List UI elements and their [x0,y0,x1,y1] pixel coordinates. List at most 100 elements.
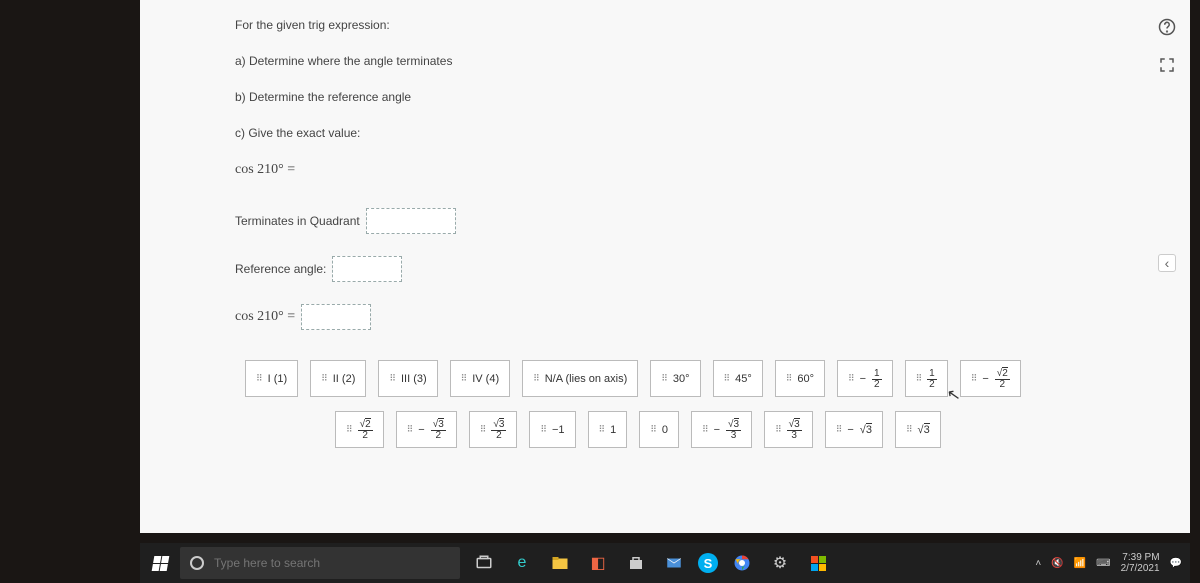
drag-grip-icon: ⠿ [650,424,656,435]
drag-grip-icon: ⠿ [971,373,977,384]
drag-grip-icon: ⠿ [256,373,262,384]
edge-icon[interactable]: e [508,549,536,577]
answer-tile[interactable]: ⠿ −1 [529,411,575,448]
cortana-circle-icon [190,556,204,570]
office-icon[interactable]: ◧ [584,549,612,577]
drag-grip-icon: ⠿ [599,424,605,435]
answer-tile[interactable]: ⠿−√32 [396,411,457,448]
drag-grip-icon: ⠿ [321,373,327,384]
part-b-text: b) Determine the reference angle [235,90,1190,104]
clock-time: 7:39 PM [1121,552,1160,563]
taskbar-apps: e ◧ S ⚙ [470,549,832,577]
answer-tile[interactable]: ⠿III (3) [378,360,437,397]
reference-label: Reference angle: [235,262,326,276]
tile-content: IV (4) [472,373,499,385]
answer-tiles-row-2: ⠿√22⠿−√32⠿√32⠿−1⠿1⠿0⠿−√33⠿√33⠿−√3⠿√3 [335,411,1190,448]
file-explorer-icon[interactable] [546,549,574,577]
tile-content: √22 [995,367,1010,390]
task-view-icon[interactable] [470,549,498,577]
quadrant-label: Terminates in Quadrant [235,214,360,228]
app-window: For the given trig expression: a) Determ… [140,0,1190,533]
taskbar-clock[interactable]: 7:39 PM 2/7/2021 [1121,552,1160,574]
drag-grip-icon: ⠿ [906,424,912,435]
tile-content: 45° [735,373,752,385]
tray-chevron-icon[interactable]: ˄ [1035,558,1041,569]
drag-grip-icon: ⠿ [407,424,413,435]
answer-tile[interactable]: ⠿ 60° [775,360,825,397]
search-input[interactable] [214,556,450,570]
answer-tile[interactable]: ⠿ 12 [905,360,948,397]
value-label: cos 210° = [235,309,295,325]
store-icon[interactable] [622,549,650,577]
quadrant-drop-target[interactable] [366,208,456,234]
tray-input-icon[interactable]: ⌨ [1096,558,1110,569]
drag-grip-icon: ⠿ [661,373,667,384]
side-toolbar: ‹ [1158,18,1176,272]
clock-date: 2/7/2021 [1121,563,1160,574]
tile-content: 12 [927,367,937,390]
skype-icon[interactable]: S [698,553,718,573]
answer-tile[interactable]: ⠿ √3 [895,411,941,448]
drag-grip-icon: ⠿ [786,373,792,384]
collapse-icon[interactable]: ‹ [1158,254,1176,272]
tile-content: √32 [491,418,506,441]
tray-network-icon[interactable]: 📶 [1074,558,1086,569]
answer-tile[interactable]: ⠿ √33 [764,411,813,448]
answer-tile[interactable]: ⠿−√22 [960,360,1021,397]
start-button[interactable] [140,543,180,583]
notifications-icon[interactable]: 💬 [1170,558,1182,569]
answer-tile[interactable]: ⠿1 [588,411,628,448]
drag-grip-icon: ⠿ [724,373,730,384]
settings-icon[interactable]: ⚙ [766,549,794,577]
value-row: cos 210° = [235,304,1190,330]
tile-content: II (2) [333,373,356,385]
answer-tile[interactable]: ⠿−√3 [825,411,883,448]
tile-content: √22 [358,418,373,441]
drag-grip-icon: ⠿ [540,424,546,435]
tile-content: 1 [610,424,616,436]
drag-grip-icon: ⠿ [461,373,467,384]
answer-tile[interactable]: ⠿−√33 [691,411,752,448]
tile-content: √3 [860,424,872,436]
answer-tile[interactable]: ⠿ 45° [713,360,763,397]
tile-content: √33 [787,418,802,441]
drag-grip-icon: ⠿ [533,373,539,384]
tile-content: 60° [797,373,814,385]
answer-tile[interactable]: ⠿30° [650,360,700,397]
answer-tile[interactable]: ⠿ I (1) [245,360,298,397]
fullscreen-icon[interactable] [1158,56,1176,74]
taskbar: e ◧ S ⚙ ˄ 🔇 📶 ⌨ 7:39 PM 2/7/2021 💬 [140,543,1190,583]
drag-grip-icon: ⠿ [775,424,781,435]
mail-icon[interactable] [660,549,688,577]
chrome-icon[interactable] [728,549,756,577]
app-icon[interactable] [804,549,832,577]
help-icon[interactable] [1158,18,1176,36]
drag-grip-icon: ⠿ [848,373,854,384]
taskbar-search[interactable] [180,547,460,579]
drag-grip-icon: ⠿ [916,373,922,384]
tile-content: √32 [431,418,446,441]
answer-tile[interactable]: ⠿ IV (4) [450,360,511,397]
answer-tile[interactable]: ⠿ II (2) [310,360,366,397]
windows-logo-icon [151,556,169,571]
tile-content: I (1) [268,373,288,385]
tile-content: √33 [726,418,741,441]
tray-volume-icon[interactable]: 🔇 [1051,558,1063,569]
cursor-icon: ↖ [945,384,962,406]
tile-content: −1 [552,424,565,436]
answer-tile[interactable]: ⠿−12 [837,360,893,397]
answer-tile[interactable]: ⠿ √32 [469,411,518,448]
question-content: For the given trig expression: a) Determ… [140,0,1190,448]
answer-tile[interactable]: ⠿0 [639,411,679,448]
answer-tile[interactable]: ⠿N/A (lies on axis) [522,360,638,397]
tile-content: 0 [662,424,668,436]
drag-grip-icon: ⠿ [480,424,486,435]
part-c-text: c) Give the exact value: [235,126,1190,140]
system-tray: ˄ 🔇 📶 ⌨ 7:39 PM 2/7/2021 💬 [1035,552,1190,574]
value-drop-target[interactable] [301,304,371,330]
tile-content: √3 [918,424,930,436]
answer-tile[interactable]: ⠿√22 [335,411,384,448]
reference-drop-target[interactable] [332,256,402,282]
tile-content: III (3) [401,373,427,385]
expression-line: cos 210° = [235,162,1190,178]
